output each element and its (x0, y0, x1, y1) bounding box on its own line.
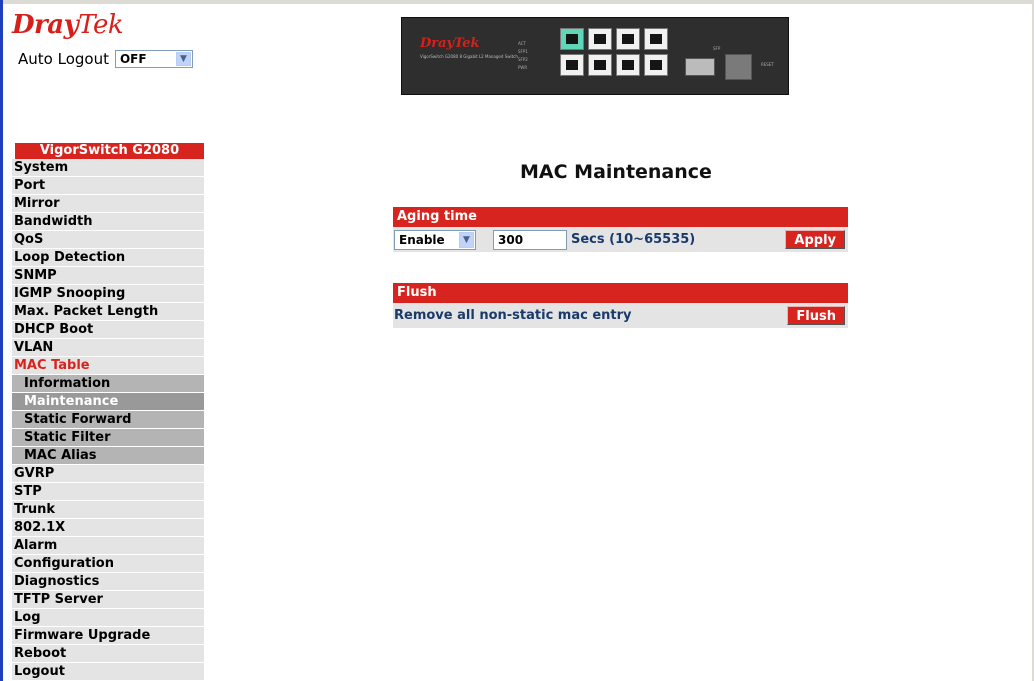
reset-label: RESET (761, 62, 774, 67)
sidebar-item-logout[interactable]: Logout (12, 663, 204, 680)
sidebar-title: VigorSwitch G2080 (15, 143, 204, 159)
sidebar-subitem-mac-alias[interactable]: MAC Alias (12, 447, 204, 464)
aging-time-header: Aging time (393, 207, 848, 227)
chevron-down-icon: ▼ (175, 52, 191, 66)
apply-button[interactable]: Apply (785, 230, 845, 249)
sidebar-item-alarm[interactable]: Alarm (12, 537, 204, 554)
device-logo: DrayTek (420, 36, 480, 51)
flush-row: Remove all non-static mac entry Flush (393, 303, 848, 328)
auto-logout-value: OFF (119, 52, 147, 66)
sidebar-item-stp[interactable]: STP (12, 483, 204, 500)
window-left-border (0, 0, 3, 681)
flush-section: Flush Remove all non-static mac entry Fl… (393, 283, 848, 328)
sidebar-item-8021x[interactable]: 802.1X (12, 519, 204, 536)
port-7 (644, 28, 668, 50)
aging-range-text: Secs (10~65535) (571, 232, 696, 247)
sidebar-item-igmp-snooping[interactable]: IGMP Snooping (12, 285, 204, 302)
sidebar-item-firmware-upgrade[interactable]: Firmware Upgrade (12, 627, 204, 644)
flush-button[interactable]: Flush (787, 306, 845, 325)
sidebar-item-diagnostics[interactable]: Diagnostics (12, 573, 204, 590)
draytek-logo: DrayTek (12, 10, 124, 40)
aging-time-input[interactable]: 300 (493, 230, 567, 250)
sidebar-item-bandwidth[interactable]: Bandwidth (12, 213, 204, 230)
port-1 (560, 28, 584, 50)
sidebar-item-system[interactable]: System (12, 159, 204, 176)
device-subtitle: VigorSwitch G2080 8 Gigabit L2 Managed S… (420, 54, 518, 59)
window-top-border (0, 0, 1034, 4)
port-4 (588, 54, 612, 76)
page-title: MAC Maintenance (520, 161, 712, 183)
sidebar-subitem-static-forward[interactable]: Static Forward (12, 411, 204, 428)
flush-header: Flush (393, 283, 848, 303)
sidebar-item-dhcp-boot[interactable]: DHCP Boot (12, 321, 204, 338)
device-front-panel-image: DrayTek VigorSwitch G2080 8 Gigabit L2 M… (401, 17, 789, 95)
aging-time-section: Aging time Enable ▼ 300 Secs (10~65535) … (393, 207, 848, 252)
device-ports (560, 28, 668, 76)
sidebar-item-reboot[interactable]: Reboot (12, 645, 204, 662)
sidebar-item-log[interactable]: Log (12, 609, 204, 626)
port-2 (560, 54, 584, 76)
sidebar-item-max-packet-length[interactable]: Max. Packet Length (12, 303, 204, 320)
port-3 (588, 28, 612, 50)
aging-time-row: Enable ▼ 300 Secs (10~65535) Apply (393, 227, 848, 252)
auto-logout-select[interactable]: OFF ▼ (114, 50, 193, 68)
chevron-down-icon: ▼ (459, 232, 474, 248)
sidebar-item-port[interactable]: Port (12, 177, 204, 194)
sidebar-subitem-maintenance[interactable]: Maintenance (12, 393, 204, 410)
sidebar-item-vlan[interactable]: VLAN (12, 339, 204, 356)
sidebar-subitem-static-filter[interactable]: Static Filter (12, 429, 204, 446)
auto-logout-label: Auto Logout (18, 50, 109, 68)
sidebar-item-mac-table[interactable]: MAC Table (12, 357, 204, 374)
sidebar-item-mirror[interactable]: Mirror (12, 195, 204, 212)
sidebar-subitem-information[interactable]: Information (12, 375, 204, 392)
port-6 (616, 54, 640, 76)
auto-logout: Auto Logout OFF ▼ (18, 50, 193, 68)
sidebar-item-snmp[interactable]: SNMP (12, 267, 204, 284)
sidebar-item-tftp-server[interactable]: TFTP Server (12, 591, 204, 608)
sidebar-item-qos[interactable]: QoS (12, 231, 204, 248)
sidebar-item-loop-detection[interactable]: Loop Detection (12, 249, 204, 266)
port-5 (616, 28, 640, 50)
sfp-port (685, 58, 715, 76)
sidebar-menu: VigorSwitch G2080 System Port Mirror Ban… (12, 143, 204, 681)
sidebar-item-gvrp[interactable]: GVRP (12, 465, 204, 482)
device-leds: ACT SFP1 SFP2 PWR (518, 41, 528, 70)
sidebar-item-configuration[interactable]: Configuration (12, 555, 204, 572)
sidebar-item-trunk[interactable]: Trunk (12, 501, 204, 518)
flush-description: Remove all non-static mac entry (394, 308, 632, 323)
sfp-slot (725, 54, 752, 80)
aging-mode-value: Enable (399, 233, 445, 247)
port-8 (644, 54, 668, 76)
sfp-label: SFP (713, 46, 721, 51)
aging-mode-select[interactable]: Enable ▼ (394, 230, 476, 250)
